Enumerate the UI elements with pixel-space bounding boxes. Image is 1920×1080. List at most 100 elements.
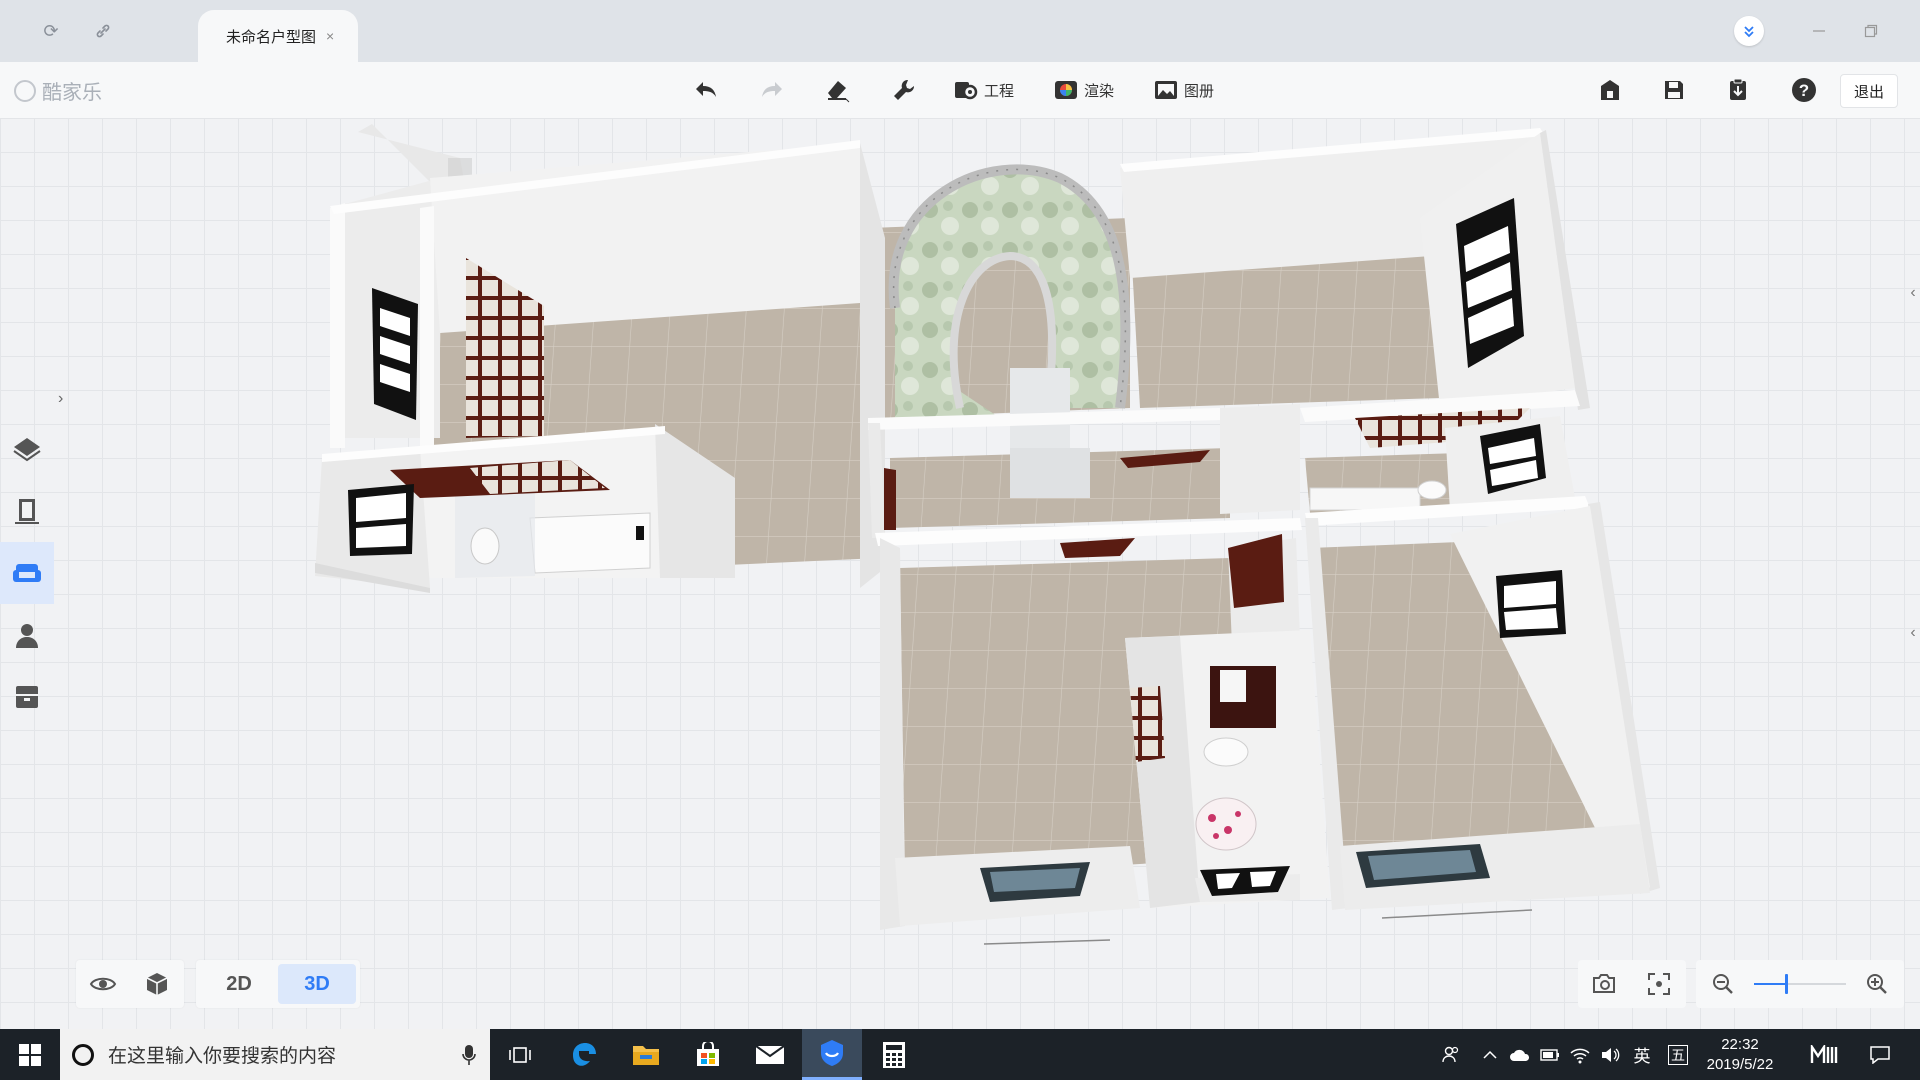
taskbar-search[interactable]: 在这里输入你要搜索的内容 — [60, 1029, 490, 1080]
kujiale-app[interactable] — [802, 1029, 862, 1080]
clock-date: 2019/5/22 — [1706, 1055, 1774, 1073]
window-bottom-left — [980, 862, 1090, 902]
clock-time: 22:32 — [1721, 1035, 1759, 1053]
system-clock[interactable]: 22:32 2019/5/22 — [1700, 1029, 1780, 1080]
mode-2d-button[interactable]: 2D — [200, 964, 278, 1004]
calculator-icon — [883, 1041, 905, 1068]
tab-bar: ⟳ 未命名户型图 × — [0, 0, 1920, 62]
battery-tray[interactable] — [1536, 1029, 1564, 1080]
side-item-my[interactable] — [0, 604, 54, 666]
undo-button[interactable] — [692, 75, 720, 105]
render-label: 渲染 — [1084, 82, 1115, 100]
help-button[interactable]: ? — [1790, 75, 1818, 105]
eraser-button[interactable] — [824, 75, 852, 105]
export-button[interactable] — [1724, 75, 1752, 105]
file-explorer-app[interactable] — [616, 1029, 676, 1080]
store-bag-icon — [697, 1041, 719, 1066]
camera-settings-button[interactable] — [1578, 960, 1632, 1008]
sofa-icon — [13, 564, 41, 582]
redo-icon — [758, 76, 786, 104]
render-menu[interactable]: 渲染 — [1052, 75, 1114, 105]
side-item-floorplan[interactable] — [0, 418, 54, 480]
visibility-button[interactable] — [76, 960, 130, 1008]
store-app[interactable] — [678, 1029, 738, 1080]
folder-icon — [633, 1045, 659, 1065]
expand-panel-icon[interactable]: › — [58, 390, 63, 408]
side-item-cabinet[interactable] — [0, 666, 54, 728]
brand-name: 酷家乐 — [42, 82, 102, 104]
project-menu[interactable]: 工程 — [952, 75, 1014, 105]
refresh-icon[interactable]: ⟳ — [38, 18, 64, 44]
cube-view-button[interactable] — [130, 960, 184, 1008]
wifi-tray[interactable] — [1566, 1029, 1594, 1080]
project-gear-icon — [952, 76, 980, 104]
kujiale-shield-icon — [821, 1040, 843, 1066]
view-controls: 2D 3D — [76, 960, 360, 1008]
main-toolbar: 酷家乐 工程 渲染 图册 ? 退出 — [0, 62, 1920, 118]
right-panel-handle-bottom[interactable]: ‹ — [1906, 618, 1920, 648]
onedrive-tray[interactable] — [1506, 1029, 1534, 1080]
wrench-icon — [890, 76, 918, 104]
undo-icon — [692, 76, 720, 104]
zoom-out-button[interactable] — [1696, 960, 1750, 1008]
task-view-button[interactable] — [490, 1029, 550, 1080]
album-menu[interactable]: 图册 — [1152, 75, 1214, 105]
mode-3d-button[interactable]: 3D — [278, 964, 356, 1004]
side-item-door-window[interactable] — [0, 480, 54, 542]
calculator-app[interactable] — [864, 1029, 924, 1080]
minimize-icon[interactable] — [1804, 16, 1834, 46]
edge-app[interactable] — [554, 1029, 614, 1080]
window-bottom-center — [1200, 866, 1290, 896]
exit-button[interactable]: 退出 — [1840, 74, 1898, 108]
cube-icon — [146, 973, 168, 995]
microphone-icon[interactable] — [462, 1044, 476, 1066]
people-icon — [1442, 1046, 1459, 1062]
home-button[interactable] — [1596, 75, 1624, 105]
help-icon: ? — [1790, 76, 1818, 104]
start-button[interactable] — [0, 1029, 60, 1080]
collapse-icon[interactable] — [1734, 16, 1764, 46]
restore-icon[interactable] — [1856, 16, 1886, 46]
3d-canvas[interactable]: › ‹ ‹ 2D 3D — [0, 118, 1920, 1029]
window-bathroom — [1130, 686, 1165, 762]
window-left-2 — [348, 484, 414, 556]
side-item-furniture[interactable] — [0, 542, 54, 604]
zoom-thumb[interactable] — [1785, 974, 1789, 994]
tab-close-icon[interactable]: × — [326, 28, 334, 44]
side-menu — [0, 418, 54, 728]
mail-icon — [755, 1044, 785, 1064]
meeting-app-tray[interactable] — [1800, 1029, 1848, 1080]
floorplan-3d-model[interactable] — [0, 118, 1920, 1029]
tab-floorplan[interactable]: 未命名户型图 × — [198, 10, 358, 62]
zoom-controls — [1578, 960, 1904, 1008]
windows-icon — [19, 1043, 41, 1066]
link-icon[interactable] — [90, 18, 116, 44]
brand-logo: 酷家乐 — [14, 76, 102, 105]
svg-text:?: ? — [1799, 81, 1809, 100]
zoom-in-button[interactable] — [1850, 960, 1904, 1008]
fit-view-button[interactable] — [1632, 960, 1686, 1008]
volume-tray[interactable] — [1596, 1029, 1624, 1080]
notification-icon — [1870, 1045, 1890, 1064]
ime-language[interactable]: 英 — [1628, 1029, 1656, 1080]
ime-mode[interactable]: 五 — [1664, 1029, 1692, 1080]
window-left-1 — [372, 288, 418, 420]
people-button[interactable] — [1436, 1029, 1466, 1080]
tools-button[interactable] — [890, 75, 918, 105]
door-icon — [15, 499, 39, 524]
zoom-fill — [1754, 983, 1787, 985]
bathtub — [529, 512, 651, 574]
toilet-left — [470, 527, 500, 565]
action-center-button[interactable] — [1860, 1029, 1900, 1080]
show-hidden-icons[interactable] — [1478, 1029, 1502, 1080]
battery-icon — [1540, 1048, 1559, 1061]
cloud-icon — [1510, 1049, 1530, 1061]
right-panel-handle-top[interactable]: ‹ — [1906, 278, 1920, 308]
redo-button[interactable] — [758, 75, 786, 105]
mail-app[interactable] — [740, 1029, 800, 1080]
zoom-slider[interactable] — [1750, 960, 1850, 1008]
save-button[interactable] — [1660, 75, 1688, 105]
save-icon — [1660, 76, 1688, 104]
focus-frame-icon — [1648, 973, 1670, 995]
door-bottom — [1228, 534, 1284, 608]
